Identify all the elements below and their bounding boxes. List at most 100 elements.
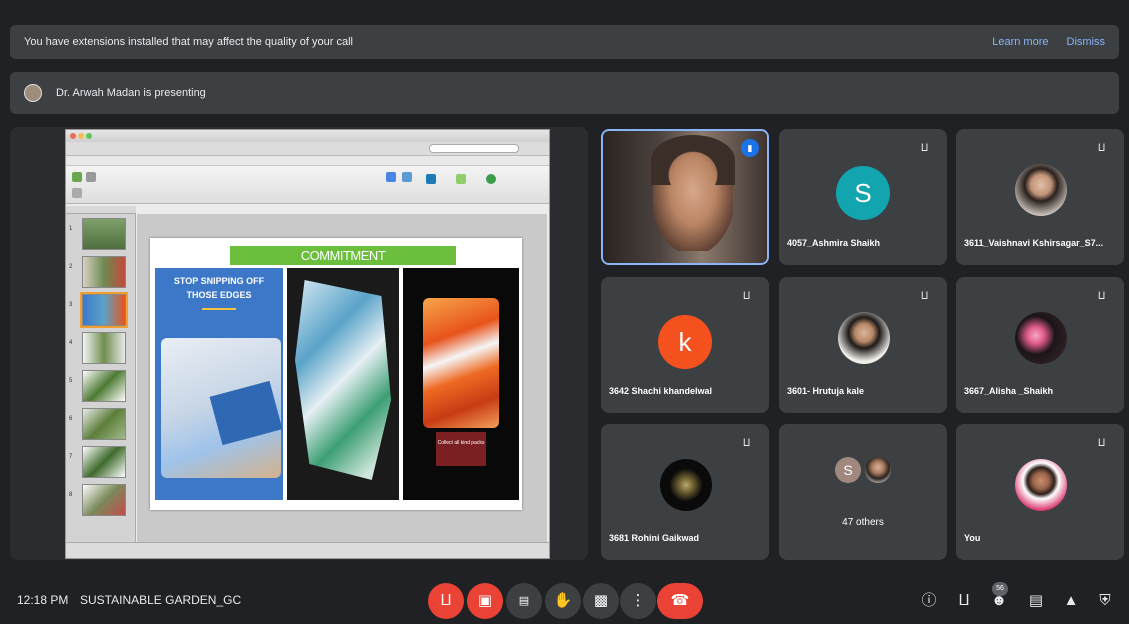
ribbon-quickstyles-icon: [456, 174, 466, 184]
powerpoint-statusbar: [66, 542, 549, 558]
more-options-button[interactable]: ⋮: [620, 583, 656, 619]
participant-tile-self[interactable]: ⨿ You: [956, 424, 1124, 560]
presenter-hair: [651, 135, 735, 185]
caption-underline: [202, 308, 236, 310]
slide-thumbnail[interactable]: [82, 484, 126, 516]
participant-tile[interactable]: ⨿ 3667_Alisha _Shaikh: [956, 277, 1124, 413]
slide-thumbnail[interactable]: [82, 332, 126, 364]
powerpoint-toolbar: [66, 142, 549, 156]
raise-hand-button[interactable]: ✋: [545, 583, 581, 619]
screen-share: 1 2 3 4 5 6 7 8 COMMITMENT STOP SNIPPING…: [10, 127, 588, 560]
captions-icon: ▤: [518, 595, 530, 607]
slide-image-bag: [287, 268, 399, 500]
presenter-avatar: [24, 84, 42, 102]
slide-image-collected-packs: Collect all kind packs: [403, 268, 519, 500]
photo-avatar: [660, 459, 712, 511]
host-controls-icon: ⛨: [1099, 592, 1111, 609]
mic-off-icon: ⨿: [921, 143, 929, 154]
photo-avatar: [1015, 164, 1067, 216]
mic-toggle-button[interactable]: ⨿: [428, 583, 464, 619]
meeting-details-button[interactable]: ⓘ: [918, 590, 940, 612]
letter-avatar: k: [658, 315, 712, 369]
photo-avatar: [838, 312, 890, 364]
slide-panel-tabs: [66, 206, 136, 214]
present-icon: ▩: [593, 592, 609, 609]
slide-thumbnail-selected[interactable]: [80, 292, 128, 328]
photo-avatar: [1015, 459, 1067, 511]
mic-off-icon: ⨿: [743, 291, 751, 302]
participant-tile[interactable]: ⨿ 3601- Hrutuja kale: [779, 277, 947, 413]
current-slide: COMMITMENT STOP SNIPPING OFF THOSE EDGES…: [150, 238, 522, 510]
slide-title: COMMITMENT: [230, 246, 456, 265]
chat-button[interactable]: ▤: [1025, 590, 1047, 612]
extension-warning-message: You have extensions installed that may a…: [24, 36, 353, 48]
ribbon-new-slide-icon: [72, 172, 82, 182]
thumb-number: 3: [69, 302, 73, 308]
dismiss-button[interactable]: Dismiss: [1067, 36, 1106, 48]
mic-off-icon: ⨿: [1098, 143, 1106, 154]
present-now-button[interactable]: ▩: [583, 583, 619, 619]
collected-packs-label: Collect all kind packs: [436, 432, 486, 466]
bottom-control-bar: 12:18 PM SUSTAINABLE GARDEN_GC ⨿ ▣ ▤ ✋ ▩…: [0, 570, 1129, 624]
search-presentation-field: [429, 144, 519, 153]
others-letter-avatar: S: [835, 457, 861, 483]
plastic-bag-image: [295, 280, 391, 480]
participant-name: 4057_Ashmira Shaikh: [787, 238, 881, 248]
mic-off-icon: ⨿: [1098, 291, 1106, 302]
thumb-number: 8: [69, 492, 73, 498]
zoom-window-icon: [86, 133, 92, 139]
ribbon-layout-icon: [86, 172, 96, 182]
ribbon-section-icon: [72, 188, 82, 198]
slide-caption: STOP SNIPPING OFF THOSE EDGES: [155, 274, 283, 302]
slide-image-packet: STOP SNIPPING OFF THOSE EDGES: [155, 268, 283, 500]
more-options-icon: ⋮: [630, 592, 646, 609]
mic-off-icon: ⨿: [1098, 438, 1106, 449]
thumb-number: 2: [69, 264, 73, 270]
photo-avatar: [1015, 312, 1067, 364]
chat-icon: ▤: [1028, 592, 1044, 609]
slide-thumbnail[interactable]: [82, 446, 126, 478]
thumb-number: 1: [69, 226, 73, 232]
slide-thumbnail[interactable]: [82, 218, 126, 250]
host-controls-button[interactable]: ⛨: [1094, 590, 1116, 612]
ribbon-play-icon: [486, 174, 496, 184]
slide-thumbnail[interactable]: [82, 408, 126, 440]
participant-tile[interactable]: ⨿ 3681 Rohini Gaikwad: [601, 424, 769, 560]
ribbon-picture-icon: [426, 174, 436, 184]
participant-name: 3642 Shachi khandelwal: [609, 386, 713, 396]
activities-button[interactable]: ▲: [1060, 590, 1082, 612]
people-button[interactable]: 56 ☻: [988, 582, 1010, 612]
participant-name: 3611_Vaishnavi Kshirsagar_S7...: [964, 238, 1104, 248]
presenting-text: Dr. Arwah Madan is presenting: [56, 87, 206, 99]
slide-thumbnail[interactable]: [82, 370, 126, 402]
mic-off-icon: ⨿: [921, 291, 929, 302]
ribbon-shapes-icon: [386, 172, 396, 182]
mic-status-button[interactable]: ⨿: [953, 590, 975, 612]
current-time: 12:18 PM: [17, 593, 69, 607]
participant-tile-presenter-video[interactable]: ▮: [601, 129, 769, 265]
slide-editing-area: COMMITMENT STOP SNIPPING OFF THOSE EDGES…: [137, 214, 547, 544]
slide-caption-line2: THOSE EDGES: [186, 290, 252, 300]
participant-tile[interactable]: ⨿ 3611_Vaishnavi Kshirsagar_S7...: [956, 129, 1124, 265]
others-count: 47 others: [842, 517, 884, 528]
ribbon-arrange-icon: [402, 172, 412, 182]
thumb-number: 7: [69, 454, 73, 460]
powerpoint-window: 1 2 3 4 5 6 7 8 COMMITMENT STOP SNIPPING…: [65, 129, 550, 559]
presenting-bar: Dr. Arwah Madan is presenting: [10, 72, 1119, 114]
camera-toggle-button[interactable]: ▣: [467, 583, 503, 619]
thumb-number: 4: [69, 340, 73, 346]
learn-more-link[interactable]: Learn more: [992, 36, 1048, 48]
slide-thumbnail[interactable]: [82, 256, 126, 288]
participant-tile[interactable]: ⨿ S 4057_Ashmira Shaikh: [779, 129, 947, 265]
speaking-indicator-icon: ▮: [741, 139, 759, 157]
participant-name: 3601- Hrutuja kale: [787, 386, 865, 396]
participant-name: You: [964, 533, 981, 543]
close-window-icon: [70, 133, 76, 139]
mic-off-icon: ⨿: [743, 438, 751, 449]
slide-caption-line1: STOP SNIPPING OFF: [173, 276, 265, 286]
participant-tile-others[interactable]: S 47 others: [779, 424, 947, 560]
mic-off-icon: ⨿: [958, 592, 970, 609]
leave-call-button[interactable]: ☎: [657, 583, 703, 619]
captions-button[interactable]: ▤: [506, 583, 542, 619]
participant-tile[interactable]: ⨿ k 3642 Shachi khandelwal: [601, 277, 769, 413]
